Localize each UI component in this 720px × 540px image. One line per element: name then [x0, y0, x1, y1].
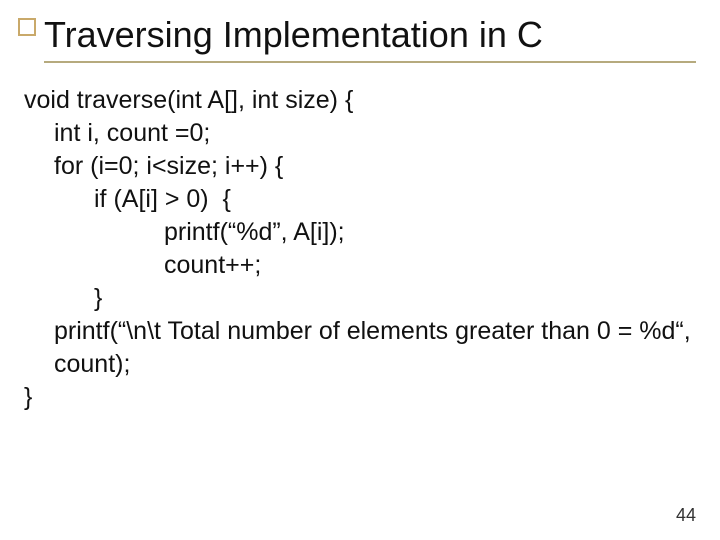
slide: Traversing Implementation in C void trav…	[0, 0, 720, 540]
code-line: printf(“%d”, A[i]);	[24, 216, 696, 249]
code-line: }	[24, 381, 696, 414]
code-line: count++;	[24, 249, 696, 282]
code-line: printf(“\n\t Total number of elements gr…	[24, 315, 696, 381]
code-line: if (A[i] > 0) {	[24, 183, 696, 216]
code-line: }	[24, 282, 696, 315]
code-line: int i, count =0;	[24, 117, 696, 150]
title-rule	[44, 61, 696, 63]
slide-title: Traversing Implementation in C	[44, 14, 696, 55]
title-wrap: Traversing Implementation in C	[44, 14, 696, 63]
corner-accent-icon	[18, 18, 36, 36]
page-number: 44	[676, 505, 696, 526]
code-line: for (i=0; i<size; i++) {	[24, 150, 696, 183]
code-block: void traverse(int A[], int size) { int i…	[24, 84, 696, 414]
code-line: void traverse(int A[], int size) {	[24, 84, 696, 117]
